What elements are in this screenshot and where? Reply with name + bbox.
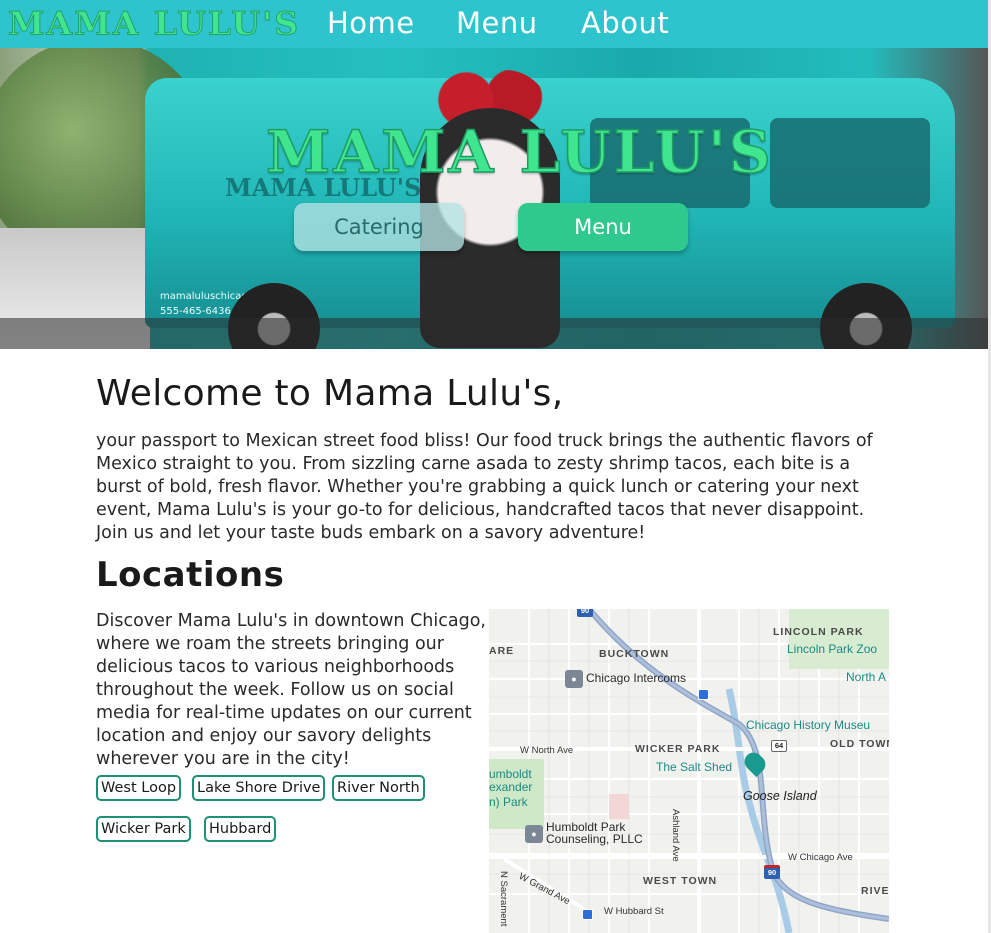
- map-street-label: W Hubbard St: [604, 906, 664, 917]
- map-place-label[interactable]: Humboldt Park Counseling, PLLC: [546, 821, 666, 845]
- nav-link-home[interactable]: Home: [327, 6, 415, 40]
- location-tag-hubbard[interactable]: Hubbard: [204, 816, 277, 842]
- map-place-label[interactable]: Lincoln Park Zoo: [787, 642, 877, 656]
- map-place-label: Goose Island: [743, 789, 817, 803]
- map-district-label: OLD TOWN: [830, 738, 889, 750]
- map-district-label: RIVE: [861, 885, 889, 897]
- transit-icon[interactable]: [582, 909, 593, 920]
- map-district-label: BUCKTOWN: [599, 648, 670, 660]
- location-tag-wicker-park[interactable]: Wicker Park: [96, 816, 191, 842]
- map-place-label[interactable]: North A: [846, 670, 886, 684]
- business-pin-icon[interactable]: ●: [525, 825, 543, 843]
- truck-painted-phone: 555-465-6436: [160, 306, 231, 317]
- map-district-label: WEST TOWN: [643, 875, 718, 887]
- map-place-label[interactable]: Chicago History Museu: [746, 718, 870, 732]
- catering-button[interactable]: Catering: [294, 203, 464, 251]
- map-park-label: exander: [489, 780, 533, 794]
- hero-title: MAMA LULU'S: [265, 117, 774, 187]
- map-place-label[interactable]: The Salt Shed: [656, 760, 732, 774]
- nav-link-menu[interactable]: Menu: [456, 6, 538, 40]
- locations-map[interactable]: ARE LINCOLN PARK BUCKTOWN WICKER PARK OL…: [489, 609, 889, 933]
- interstate-shield-icon: 90: [577, 609, 593, 617]
- map-park-label: umboldt: [489, 767, 532, 781]
- nav-logo[interactable]: MAMA LULU'S: [7, 5, 300, 43]
- welcome-heading: Welcome to Mama Lulu's,: [96, 373, 564, 414]
- map-street-label: Ashland Ave: [670, 809, 681, 862]
- map-street-label: N Sacrament: [498, 871, 509, 927]
- top-nav-bar: MAMA LULU'S Home Menu About: [0, 0, 988, 48]
- location-tag-lake-shore-drive[interactable]: Lake Shore Drive: [192, 775, 326, 801]
- location-tag-west-loop[interactable]: West Loop: [96, 775, 182, 801]
- route-shield-icon: 64: [771, 740, 787, 752]
- nav-link-about[interactable]: About: [581, 6, 669, 40]
- menu-button[interactable]: Menu: [518, 203, 688, 251]
- business-pin-icon[interactable]: ●: [565, 670, 583, 688]
- hero-road: [0, 318, 988, 349]
- map-place-label[interactable]: Chicago Intercoms: [586, 671, 686, 685]
- interstate-shield-icon: 90: [764, 865, 780, 879]
- map-district-label: WICKER PARK: [635, 743, 721, 755]
- truck-window: [770, 118, 930, 208]
- location-tag-river-north[interactable]: River North: [332, 775, 425, 801]
- map-street-label: W North Ave: [520, 745, 574, 756]
- map-district-label: ARE: [489, 645, 515, 657]
- locations-paragraph: Discover Mama Lulu's in downtown Chicago…: [96, 611, 486, 769]
- hero-banner: MAMA LULU'S mamaluluschicago.com 555-465…: [0, 48, 988, 349]
- map-park-label: n) Park: [489, 795, 528, 809]
- map-district-label: LINCOLN PARK: [773, 626, 864, 638]
- transit-icon[interactable]: [698, 689, 709, 700]
- locations-heading: Locations: [96, 555, 285, 595]
- map-street-label: W Chicago Ave: [788, 852, 853, 863]
- welcome-paragraph: your passport to Mexican street food bli…: [96, 431, 873, 543]
